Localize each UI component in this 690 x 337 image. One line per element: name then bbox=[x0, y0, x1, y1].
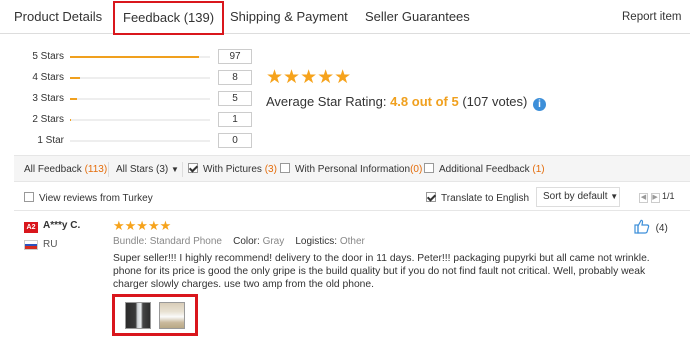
additional-feedback-count: (1) bbox=[532, 164, 545, 175]
options-row: View reviews from Turkey Translate to En… bbox=[14, 185, 690, 211]
review-stars: ★★★★★ bbox=[113, 218, 172, 233]
distribution-bar bbox=[70, 77, 210, 79]
distribution-count: 8 bbox=[218, 70, 252, 85]
additional-feedback-checkbox[interactable] bbox=[424, 163, 434, 173]
average-rating-value: 4.8 out of 5 bbox=[390, 94, 459, 109]
translate-checkbox[interactable] bbox=[426, 192, 436, 202]
filter-all-feedback[interactable]: All Feedback (113) bbox=[24, 156, 107, 183]
distribution-fill bbox=[70, 98, 77, 100]
review-meta: Bundle: Standard Phone Color: Gray Logis… bbox=[113, 236, 365, 247]
tab-seller-guarantees[interactable]: Seller Guarantees bbox=[365, 0, 470, 34]
tab-bar: Product Details Feedback (139) Shipping … bbox=[0, 0, 690, 35]
average-stars: ★★★★★ bbox=[266, 67, 352, 88]
all-stars-label: All Stars (3) bbox=[116, 164, 169, 175]
view-reviews-checkbox[interactable] bbox=[24, 192, 34, 202]
view-reviews-label: View reviews from Turkey bbox=[39, 193, 153, 204]
distribution-row-4[interactable]: 4 Stars 8 bbox=[0, 70, 260, 86]
with-personal-info-count: (0) bbox=[410, 164, 423, 175]
helpful-count: (4) bbox=[655, 223, 668, 234]
buyer-level-badge: A2 bbox=[24, 222, 38, 233]
next-page-button[interactable]: ▶ bbox=[650, 193, 660, 203]
average-rating: Average Star Rating: 4.8 out of 5 (107 v… bbox=[266, 94, 546, 111]
vote-count: (107 votes) bbox=[462, 94, 528, 109]
with-pictures-count: (3) bbox=[264, 164, 277, 175]
filter-all-feedback-count: (113) bbox=[84, 164, 108, 175]
distribution-bar bbox=[70, 56, 210, 58]
review-photo-2[interactable] bbox=[159, 302, 185, 329]
filter-additional-feedback[interactable]: Additional Feedback (1) bbox=[424, 156, 545, 183]
bundle-value: Standard Phone bbox=[149, 236, 222, 247]
additional-feedback-label: Additional Feedback bbox=[439, 164, 530, 175]
translate-to-english[interactable]: Translate to English bbox=[426, 185, 529, 212]
distribution-count: 0 bbox=[218, 133, 252, 148]
report-item-link[interactable]: Report item bbox=[622, 0, 681, 34]
distribution-bar bbox=[70, 140, 210, 142]
distribution-label: 1 Star bbox=[37, 135, 64, 146]
sort-dropdown[interactable]: Sort by default ▼ bbox=[536, 187, 620, 207]
filter-bar: All Feedback (113) All Stars (3) ▼ With … bbox=[14, 155, 690, 182]
distribution-count: 1 bbox=[218, 112, 252, 127]
tab-shipping-payment[interactable]: Shipping & Payment bbox=[230, 0, 348, 34]
reviewer-name: A***y C. bbox=[43, 220, 81, 231]
distribution-bar bbox=[70, 98, 210, 100]
distribution-row-3[interactable]: 3 Stars 5 bbox=[0, 91, 260, 107]
logistics-value: Other bbox=[339, 236, 365, 247]
all-stars-dropdown[interactable]: All Stars (3) ▼ bbox=[116, 156, 179, 183]
reviewer-country: RU bbox=[43, 239, 58, 250]
view-reviews-from-country[interactable]: View reviews from Turkey bbox=[24, 185, 153, 212]
pagination: ◀ ▶ 1/1 bbox=[639, 191, 675, 203]
chevron-down-icon: ▼ bbox=[610, 192, 619, 201]
average-rating-label: Average Star Rating: bbox=[266, 94, 387, 109]
info-icon[interactable]: i bbox=[533, 98, 546, 111]
country-flag-icon bbox=[24, 240, 38, 250]
distribution-row-2[interactable]: 2 Stars 1 bbox=[0, 112, 260, 128]
divider bbox=[108, 162, 109, 177]
bundle-label: Bundle: bbox=[113, 236, 147, 247]
tab-product-details[interactable]: Product Details bbox=[14, 0, 102, 34]
distribution-label: 4 Stars bbox=[32, 72, 64, 83]
chevron-down-icon: ▼ bbox=[171, 165, 179, 174]
color-value: Gray bbox=[262, 236, 285, 247]
with-personal-info-checkbox[interactable] bbox=[280, 163, 290, 173]
distribution-label: 5 Stars bbox=[32, 51, 64, 62]
sort-label: Sort by default bbox=[543, 191, 608, 202]
distribution-count: 97 bbox=[218, 49, 252, 64]
with-pictures-label: With Pictures bbox=[203, 164, 262, 175]
color-label: Color: bbox=[233, 236, 260, 247]
thumbs-up-icon[interactable] bbox=[634, 219, 650, 237]
tab-feedback[interactable]: Feedback (139) bbox=[113, 1, 225, 35]
prev-page-button[interactable]: ◀ bbox=[639, 193, 648, 203]
distribution-fill bbox=[70, 77, 80, 79]
distribution-count: 5 bbox=[218, 91, 252, 106]
distribution-label: 3 Stars bbox=[32, 93, 64, 104]
distribution-bar bbox=[70, 119, 210, 121]
filter-all-feedback-label: All Feedback bbox=[24, 164, 82, 175]
filter-with-personal-info[interactable]: With Personal Information(0) bbox=[280, 156, 422, 183]
distribution-row-5[interactable]: 5 Stars 97 bbox=[0, 49, 260, 65]
review-photos bbox=[112, 294, 198, 336]
review-text: Super seller!!! I highly recommend! deli… bbox=[113, 253, 650, 290]
review-photo-1[interactable] bbox=[125, 302, 151, 329]
distribution-fill bbox=[70, 119, 72, 121]
with-pictures-checkbox[interactable] bbox=[188, 163, 198, 173]
divider bbox=[182, 162, 183, 177]
distribution-label: 2 Stars bbox=[32, 114, 64, 125]
distribution-row-1[interactable]: 1 Star 0 bbox=[0, 133, 260, 149]
with-personal-info-label: With Personal Information bbox=[295, 164, 411, 175]
filter-with-pictures[interactable]: With Pictures (3) bbox=[188, 156, 277, 183]
translate-label: Translate to English bbox=[441, 193, 530, 204]
logistics-label: Logistics: bbox=[295, 236, 338, 247]
review-item: A2 A***y C. RU ★★★★★ Bundle: Standard Ph… bbox=[14, 213, 690, 337]
helpful-votes[interactable]: (4) bbox=[634, 219, 668, 237]
distribution-fill bbox=[70, 56, 199, 58]
page-indicator: 1/1 bbox=[662, 191, 675, 201]
